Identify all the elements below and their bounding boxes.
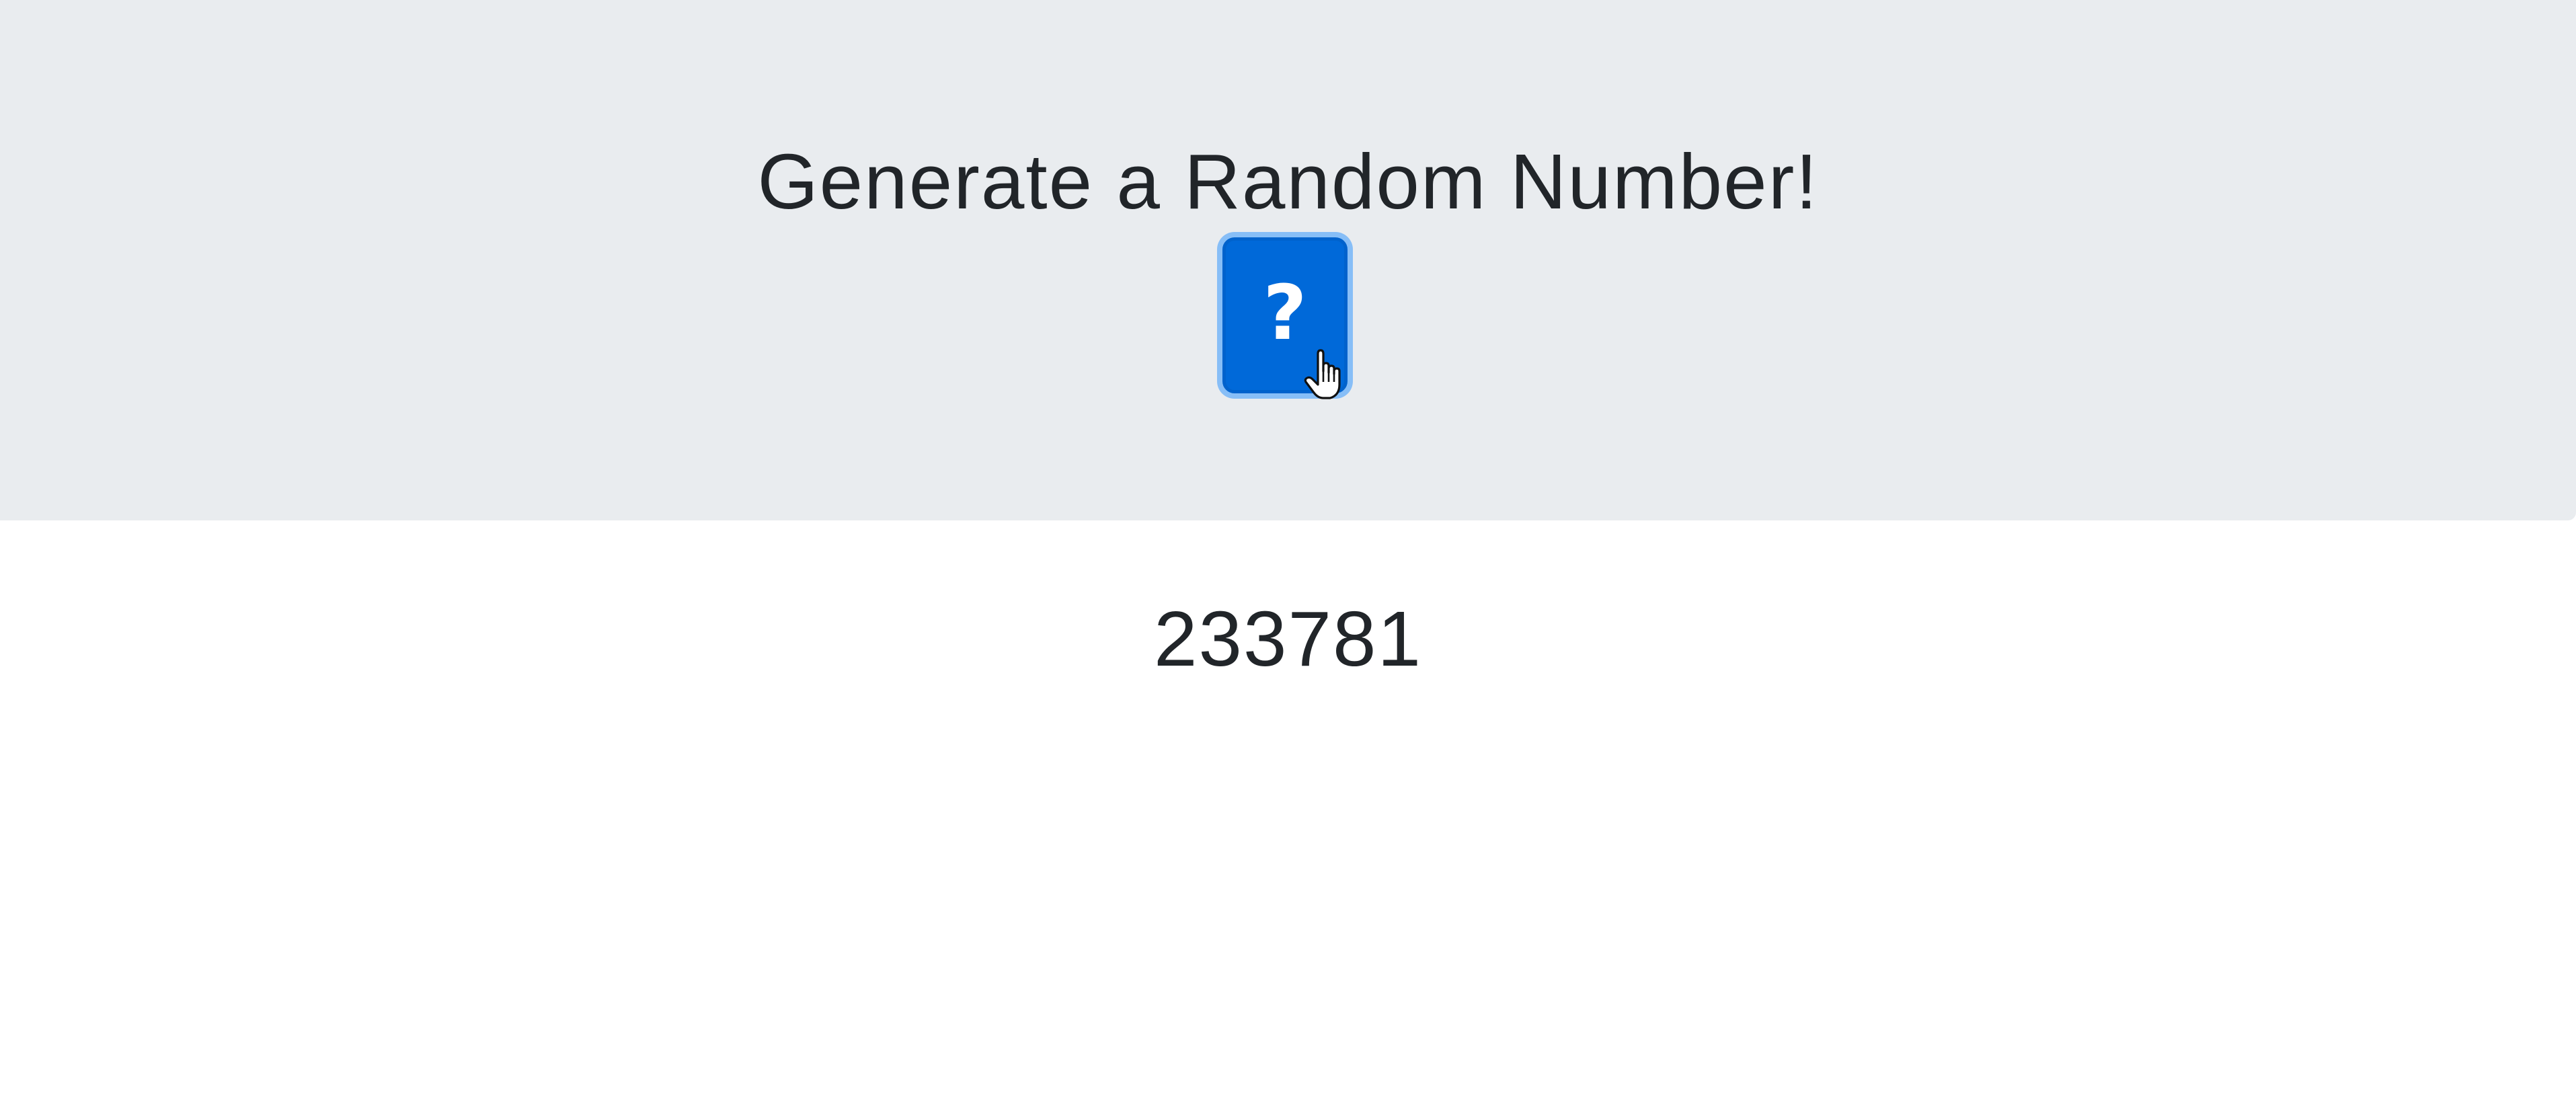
random-number-result: 233781 — [1153, 595, 1423, 682]
question-icon: ? — [1263, 270, 1307, 357]
jumbotron-header: Generate a Random Number! ? — [0, 0, 2576, 520]
page-title: Generate a Random Number! — [757, 138, 1819, 225]
hand-pointer-cursor-icon — [1304, 349, 1341, 399]
